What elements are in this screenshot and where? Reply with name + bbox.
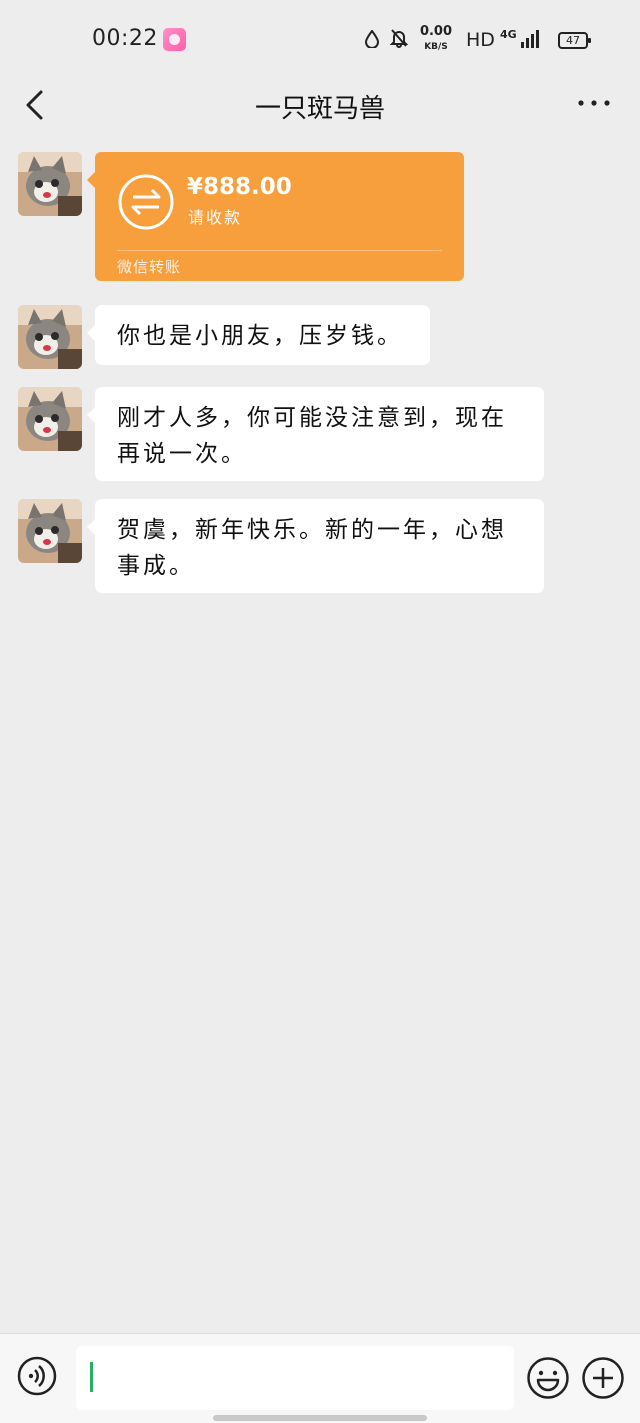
transfer-label: 微信转账	[117, 258, 182, 276]
message-bubble[interactable]: 刚才人多，你可能没注意到，现在再说一次。	[87, 387, 544, 481]
input-bar	[0, 1333, 640, 1423]
status-bar: 00:22 0.00 KB/S HD 4G 47	[0, 0, 640, 80]
avatar[interactable]	[18, 499, 82, 563]
message-row-transfer: ¥888.00 请收款 微信转账	[0, 152, 640, 282]
message-row: 贺虞，新年快乐。新的一年，心想事成。	[0, 499, 640, 595]
cat-avatar-image	[18, 152, 82, 216]
message-input[interactable]	[76, 1346, 514, 1410]
transfer-arrows-icon	[118, 174, 174, 230]
message-bubble[interactable]: 你也是小朋友，压岁钱。	[87, 305, 430, 365]
drop-icon	[365, 30, 379, 48]
battery-icon: 47	[558, 32, 591, 49]
cat-avatar-image	[18, 499, 82, 563]
transfer-card[interactable]: ¥888.00 请收款 微信转账	[87, 152, 464, 281]
status-time: 00:22	[92, 26, 158, 51]
more-icon[interactable]	[578, 100, 610, 106]
network-speed: 0.00 KB/S	[416, 24, 456, 53]
transfer-status: 请收款	[188, 208, 243, 227]
bell-muted-icon	[390, 29, 408, 48]
message-row: 刚才人多，你可能没注意到，现在再说一次。	[0, 387, 640, 483]
hd-label: HD	[466, 29, 495, 51]
message-row: 你也是小朋友，压岁钱。	[0, 305, 640, 369]
avatar[interactable]	[18, 387, 82, 451]
cat-avatar-image	[18, 387, 82, 451]
chat-header: 一只斑马兽	[0, 80, 640, 142]
plus-icon[interactable]	[581, 1356, 625, 1400]
chat-title: 一只斑马兽	[254, 94, 385, 124]
message-text: 刚才人多，你可能没注意到，现在再说一次。	[117, 405, 507, 467]
speed-unit: KB/S	[424, 42, 448, 52]
transfer-amount: ¥888.00	[187, 174, 292, 200]
avatar[interactable]	[18, 305, 82, 369]
cat-avatar-image	[18, 305, 82, 369]
home-indicator[interactable]	[213, 1415, 427, 1421]
voice-icon[interactable]	[17, 1356, 57, 1396]
network-type: 4G	[500, 28, 517, 41]
avatar[interactable]	[18, 152, 82, 216]
transfer-divider	[117, 250, 442, 251]
message-text: 贺虞，新年快乐。新的一年，心想事成。	[117, 517, 507, 579]
message-bubble[interactable]: 贺虞，新年快乐。新的一年，心想事成。	[87, 499, 544, 593]
speed-value: 0.00	[419, 24, 453, 39]
emoji-icon[interactable]	[526, 1356, 570, 1400]
signal-icon	[521, 30, 539, 48]
text-caret	[90, 1362, 93, 1392]
message-text: 你也是小朋友，压岁钱。	[117, 323, 403, 349]
app-notification-icon	[163, 28, 186, 51]
